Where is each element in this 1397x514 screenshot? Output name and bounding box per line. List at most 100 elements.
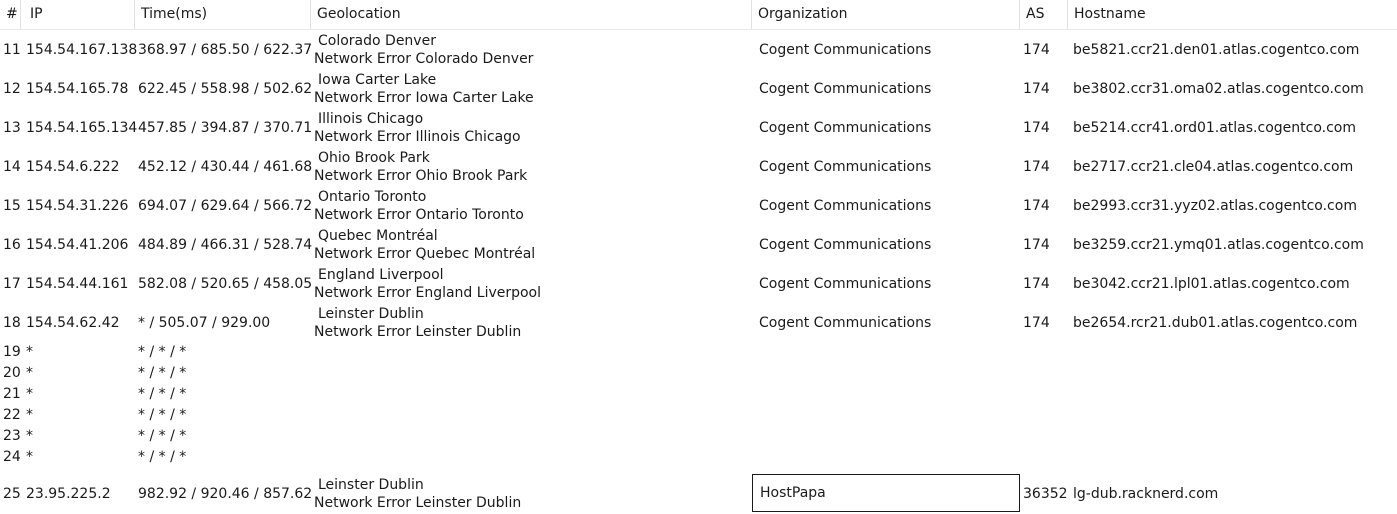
column-header-as[interactable]: AS (1020, 0, 1068, 29)
hop-number: 15 (3, 198, 21, 214)
hop-geolocation: Iowa Carter Lake Network Error Iowa Carte… (314, 71, 534, 107)
hop-ip: 154.54.31.226 (26, 198, 129, 214)
hop-number: 18 (3, 315, 21, 331)
hop-as: 174 (1023, 159, 1050, 175)
hop-geolocation: England Liverpool Network Error England L… (314, 266, 541, 302)
column-header-geolocation[interactable]: Geolocation (311, 0, 752, 29)
hop-geolocation: Leinster Dublin Network Error Leinster Du… (314, 305, 521, 341)
hop-organization: Cogent Communications (759, 81, 932, 97)
table-row[interactable]: 14 154.54.6.222 452.12 / 430.44 / 461.68 Oh… (0, 147, 1397, 186)
hop-number: 11 (3, 42, 21, 58)
table-row[interactable]: 18 154.54.62.42 * / 505.07 / 929.00 Leinste… (0, 303, 1397, 342)
hop-as: 36352 (1023, 486, 1068, 502)
table-row[interactable]: 16 154.54.41.206 484.89 / 466.31 / 528.74 Q… (0, 225, 1397, 264)
hop-number: 20 (3, 365, 21, 381)
hop-geolocation: Illinois Chicago Network Error Illinois C… (314, 110, 521, 146)
geolocation-region: Iowa Carter Lake (318, 72, 437, 88)
hop-number: 17 (3, 276, 21, 292)
hop-number: 19 (3, 344, 21, 360)
geolocation-network-error: Network Error Colorado Denver (314, 51, 534, 67)
hop-hostname: be2654.rcr21.dub01.atlas.cogentco.com (1073, 315, 1358, 331)
table-row[interactable]: 15 154.54.31.226 694.07 / 629.64 / 566.72 O… (0, 186, 1397, 225)
hop-ip: * (26, 386, 33, 402)
hop-geolocation: Ohio Brook Park Network Error Ohio Brook … (314, 149, 527, 185)
hop-ip: * (26, 407, 33, 423)
hop-time: 622.45 / 558.98 / 502.62 (138, 81, 313, 97)
hop-number: 14 (3, 159, 21, 175)
hop-time: * / * / * (138, 386, 187, 402)
hop-organization-selected[interactable]: HostPapa (752, 474, 1020, 512)
column-header-time[interactable]: Time(ms) (135, 0, 311, 29)
column-header-ip[interactable]: IP (21, 0, 135, 29)
hop-organization: Cogent Communications (759, 198, 932, 214)
hop-organization: Cogent Communications (759, 276, 932, 292)
hop-hostname: lg-dub.racknerd.com (1073, 486, 1219, 502)
hop-time: 452.12 / 430.44 / 461.68 (138, 159, 313, 175)
geolocation-network-error: Network Error Leinster Dublin (314, 495, 522, 511)
column-header-number[interactable]: # (0, 0, 21, 29)
hop-hostname: be3802.ccr31.oma02.atlas.cogentco.com (1073, 81, 1364, 97)
geolocation-network-error: Network Error Quebec Montréal (314, 246, 536, 262)
hop-ip: 154.54.165.134 (26, 120, 138, 136)
table-row[interactable]: 25 23.95.225.2 982.92 / 920.46 / 857.62 Lei… (0, 474, 1397, 514)
hop-time: 694.07 / 629.64 / 566.72 (138, 198, 313, 214)
table-header: # IP Time(ms) Geolocation Organization A… (0, 0, 1397, 30)
table-row[interactable]: 21 * * / * / * (0, 384, 1397, 405)
hop-time: 368.97 / 685.50 / 622.37 (138, 42, 313, 58)
hop-ip: 154.54.6.222 (26, 159, 120, 175)
geolocation-network-error: Network Error Illinois Chicago (314, 129, 521, 145)
table-row[interactable]: 11 154.54.167.138 368.97 / 685.50 / 622.37… (0, 30, 1397, 69)
geolocation-network-error: Network Error Ontario Toronto (314, 207, 524, 223)
geolocation-region: Leinster Dublin (318, 477, 424, 493)
hop-time: 982.92 / 920.46 / 857.62 (138, 486, 313, 502)
traceroute-table: # IP Time(ms) Geolocation Organization A… (0, 0, 1397, 514)
hop-number: 12 (3, 81, 21, 97)
hop-number: 23 (3, 428, 21, 444)
hop-time: * / * / * (138, 365, 187, 381)
table-row[interactable]: 20 * * / * / * (0, 363, 1397, 384)
hop-number: 16 (3, 237, 21, 253)
hop-ip: 154.54.167.138 (26, 42, 138, 58)
hop-number: 13 (3, 120, 21, 136)
hop-number: 24 (3, 449, 21, 465)
geolocation-region: Illinois Chicago (318, 111, 424, 127)
hop-ip: 154.54.41.206 (26, 237, 129, 253)
hop-hostname: be3259.ccr21.ymq01.atlas.cogentco.com (1073, 237, 1364, 253)
table-row[interactable]: 23 * * / * / * (0, 426, 1397, 447)
table-row[interactable]: 17 154.54.44.161 582.08 / 520.65 / 458.05 E… (0, 264, 1397, 303)
hop-ip: * (26, 365, 33, 381)
table-row[interactable]: 24 * * / * / * (0, 447, 1397, 468)
geolocation-region: Quebec Montréal (318, 228, 438, 244)
hop-time: 457.85 / 394.87 / 370.71 (138, 120, 313, 136)
hop-time: * / * / * (138, 428, 187, 444)
geolocation-region: England Liverpool (318, 267, 444, 283)
column-header-hostname[interactable]: Hostname (1068, 0, 1397, 29)
geolocation-region: Ontario Toronto (318, 189, 427, 205)
table-row[interactable]: 12 154.54.165.78 622.45 / 558.98 / 502.62 I… (0, 69, 1397, 108)
hop-hostname: be5214.ccr41.ord01.atlas.cogentco.com (1073, 120, 1356, 136)
geolocation-network-error: Network Error Iowa Carter Lake (314, 90, 534, 106)
table-body: 11 154.54.167.138 368.97 / 685.50 / 622.37… (0, 30, 1397, 514)
hop-time: 582.08 / 520.65 / 458.05 (138, 276, 313, 292)
column-header-organization[interactable]: Organization (752, 0, 1020, 29)
hop-number: 21 (3, 386, 21, 402)
hop-ip: 154.54.62.42 (26, 315, 120, 331)
geolocation-region: Ohio Brook Park (318, 150, 430, 166)
geolocation-region: Leinster Dublin (318, 306, 424, 322)
hop-geolocation: Leinster Dublin Network Error Leinster Du… (314, 476, 521, 512)
geolocation-region: Colorado Denver (318, 33, 436, 49)
hop-ip: 23.95.225.2 (26, 486, 111, 502)
hop-ip: 154.54.165.78 (26, 81, 129, 97)
table-row[interactable]: 22 * * / * / * (0, 405, 1397, 426)
hop-as: 174 (1023, 276, 1050, 292)
hop-hostname: be5821.ccr21.den01.atlas.cogentco.com (1073, 42, 1360, 58)
hop-as: 174 (1023, 198, 1050, 214)
hop-hostname: be3042.ccr21.lpl01.atlas.cogentco.com (1073, 276, 1350, 292)
table-row[interactable]: 19 * * / * / * (0, 342, 1397, 363)
hop-geolocation: Quebec Montréal Network Error Quebec Mont… (314, 227, 535, 263)
table-row[interactable]: 13 154.54.165.134 457.85 / 394.87 / 370.71… (0, 108, 1397, 147)
hop-time: * / 505.07 / 929.00 (138, 315, 271, 331)
hop-as: 174 (1023, 81, 1050, 97)
hop-organization: Cogent Communications (759, 237, 932, 253)
hop-time: * / * / * (138, 344, 187, 360)
